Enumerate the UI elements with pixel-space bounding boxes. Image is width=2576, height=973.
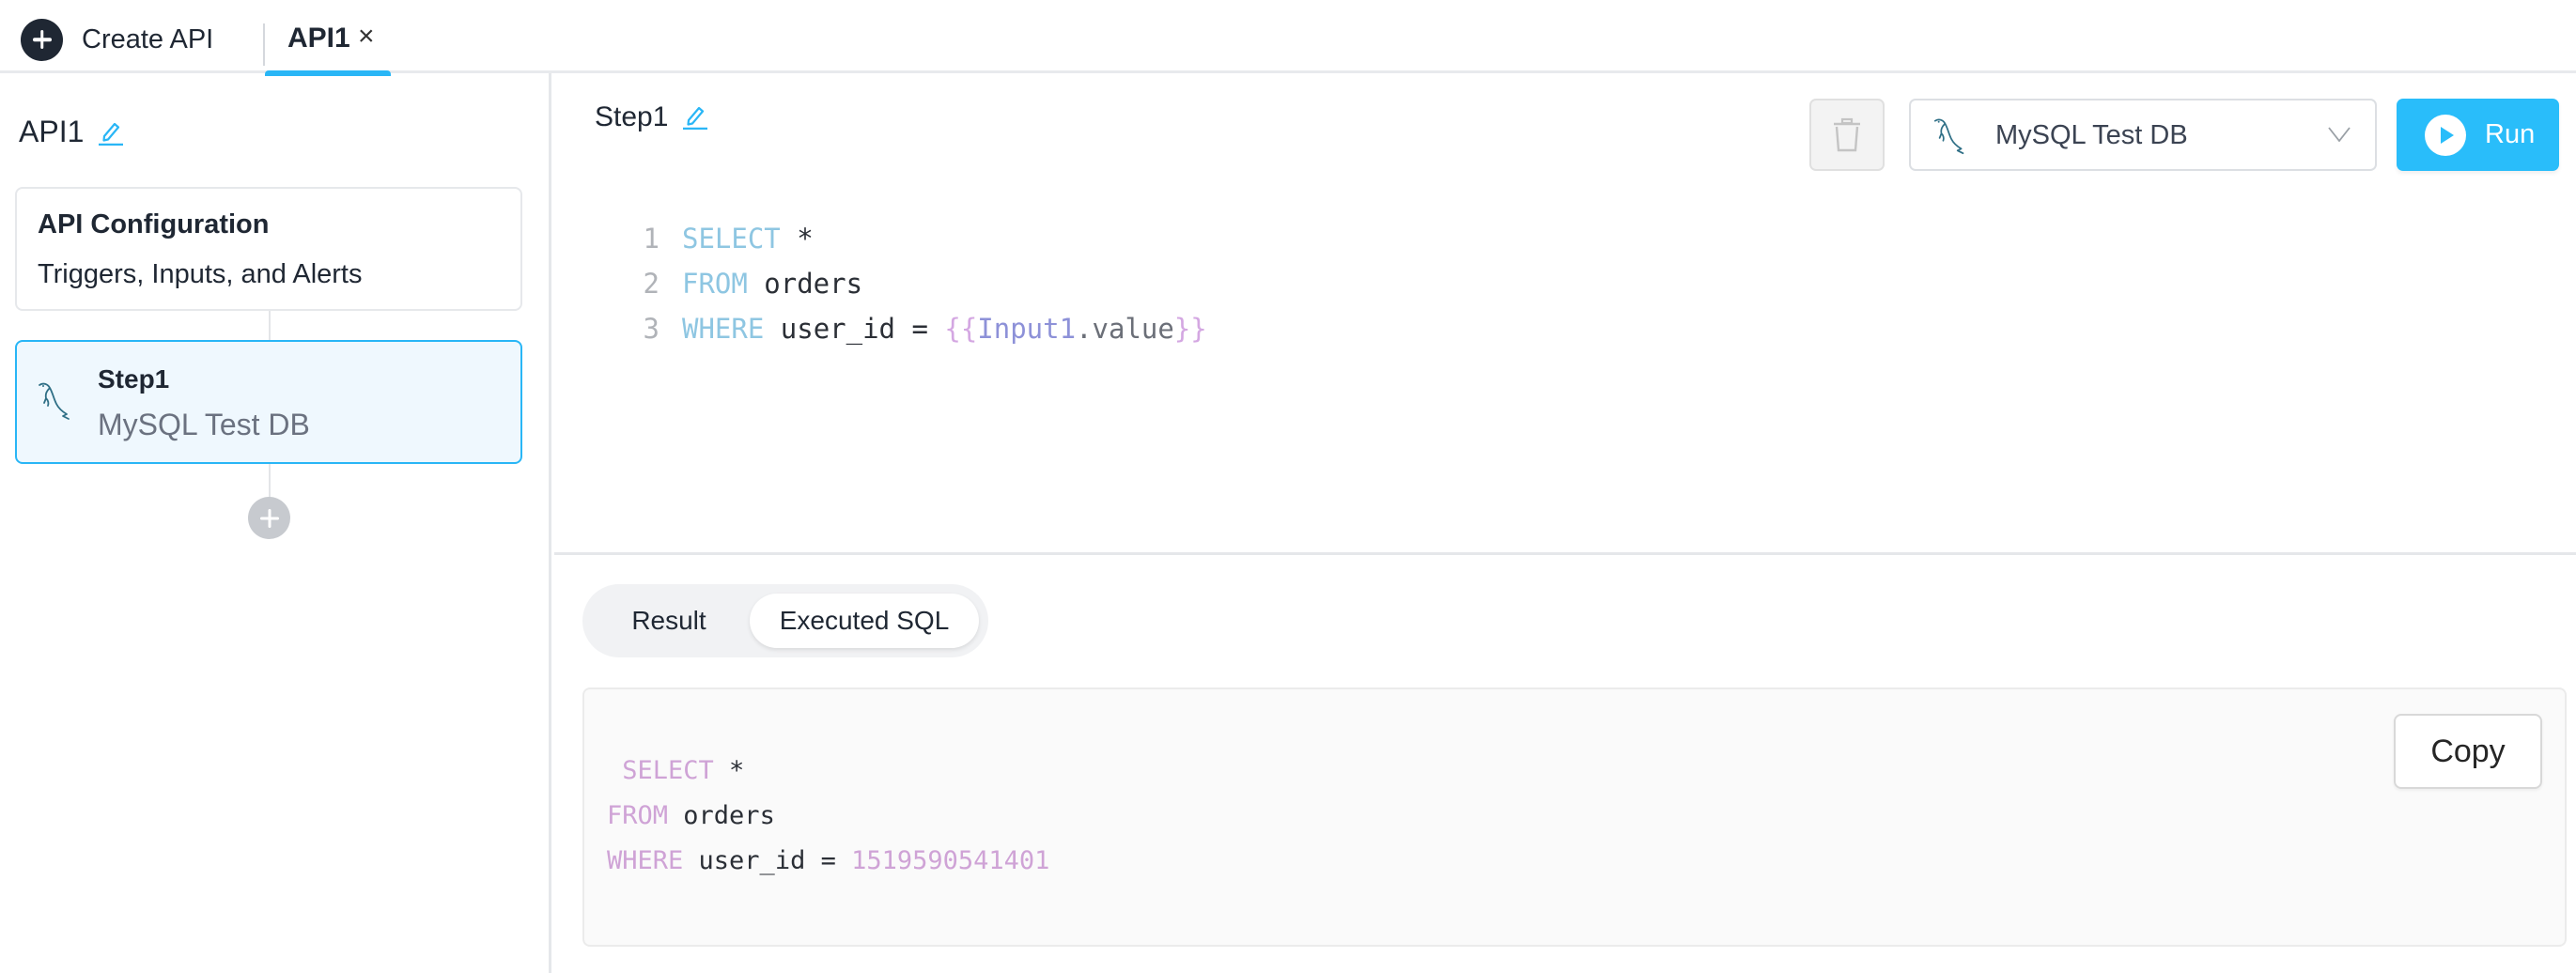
delete-step-button[interactable] (1809, 99, 1885, 171)
executed-sql-panel: Copy SELECT * FROM orders WHERE user_id = … (582, 687, 2567, 947)
code-token: }} (1173, 313, 1207, 345)
datasource-select[interactable]: MySQL Test DB (1909, 99, 2377, 171)
run-button[interactable]: Run (2397, 99, 2559, 171)
close-icon[interactable]: × (358, 23, 375, 51)
copy-button[interactable]: Copy (2394, 714, 2542, 789)
main-panel: Step1 MySQL Test DB Run 1 SELECT * 2 FROM o… (554, 73, 2576, 973)
step-card[interactable]: Step1 MySQL Test DB (15, 340, 522, 464)
panel-divider[interactable] (554, 552, 2576, 555)
api-name: API1 (19, 115, 85, 148)
code-token: user_id = (764, 313, 945, 345)
tab-executed-sql[interactable]: Executed SQL (750, 594, 979, 648)
sidebar: API1 API Configuration Triggers, Inputs,… (0, 73, 551, 973)
sql-line: WHERE user_id = 1519590541401 (607, 838, 1049, 883)
code-line: 1 SELECT * (611, 216, 1207, 261)
trash-icon (1834, 117, 1860, 151)
sql-editor[interactable]: 1 SELECT * 2 FROM orders 3 WHERE user_id = {{… (611, 216, 1207, 351)
flow-connector (269, 464, 271, 499)
mysql-dolphin-icon (39, 382, 70, 420)
api-configuration-card[interactable]: API Configuration Triggers, Inputs, and … (15, 187, 522, 311)
edit-pencil-icon[interactable] (97, 117, 125, 146)
code-token: * (780, 223, 814, 255)
sql-token: * (713, 755, 745, 785)
code-token: SELECT (682, 223, 781, 255)
code-token: FROM (682, 268, 748, 300)
edit-pencil-icon[interactable] (681, 101, 709, 130)
create-api-button[interactable]: Create API (21, 18, 213, 61)
plus-circle-icon (21, 18, 63, 61)
sql-line: FROM orders (607, 793, 1049, 838)
play-icon (2425, 114, 2466, 156)
tab-result[interactable]: Result (594, 594, 744, 648)
code-line: 3 WHERE user_id = {{Input1 .value}} (611, 306, 1207, 351)
sql-token: user_id = (683, 845, 852, 875)
flow-connector (269, 311, 271, 340)
code-token: {{ (944, 313, 978, 345)
sql-line: SELECT * (607, 748, 1049, 793)
code-token: .value (1076, 313, 1174, 345)
chevron-down-icon (2328, 127, 2351, 142)
mysql-dolphin-icon (1933, 118, 1964, 155)
line-number: 1 (643, 223, 660, 255)
top-bar: Create API API1 × (0, 0, 2576, 76)
code-token: orders (747, 268, 863, 300)
sql-token: SELECT (607, 755, 714, 785)
step-name: Step1 (595, 101, 669, 132)
datasource-select-value: MySQL Test DB (1995, 120, 2188, 150)
line-number: 2 (643, 268, 660, 300)
code-token: WHERE (682, 313, 765, 345)
code-token: Input1 (977, 313, 1077, 345)
executed-sql-code: SELECT * FROM orders WHERE user_id = 15195… (607, 748, 1049, 883)
add-step-button[interactable] (248, 497, 290, 539)
sql-token: WHERE (607, 845, 684, 875)
result-tabs: Result Executed SQL (582, 584, 988, 657)
sql-token: FROM (607, 800, 669, 830)
code-line: 2 FROM orders (611, 261, 1207, 306)
sql-token: orders (668, 800, 775, 830)
tab-label: API1 (287, 23, 350, 54)
line-number: 3 (643, 313, 660, 345)
sql-token: 1519590541401 (851, 845, 1050, 875)
config-subtitle: Triggers, Inputs, and Alerts (38, 259, 363, 289)
step-title: Step1 (98, 364, 170, 394)
run-label: Run (2485, 119, 2536, 149)
step-header: Step1 (595, 101, 709, 133)
api-name-header: API1 (19, 115, 125, 149)
tab-api1[interactable]: API1 × (265, 0, 391, 76)
create-api-label: Create API (82, 23, 214, 54)
step-datasource: MySQL Test DB (98, 408, 310, 441)
config-title: API Configuration (38, 209, 270, 239)
